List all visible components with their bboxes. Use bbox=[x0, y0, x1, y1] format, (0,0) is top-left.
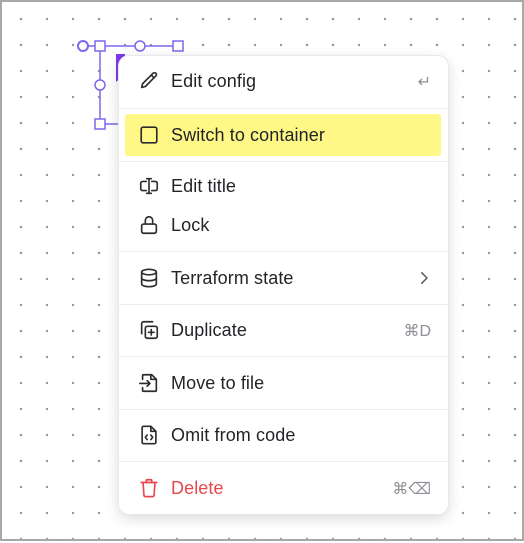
menu-item-terraform-state[interactable]: Terraform state bbox=[125, 259, 441, 297]
connect-handle-left[interactable] bbox=[94, 79, 106, 91]
trash-icon bbox=[138, 477, 160, 499]
rotate-handle[interactable] bbox=[77, 40, 89, 52]
divider bbox=[119, 461, 448, 462]
divider bbox=[119, 356, 448, 357]
file-export-icon bbox=[138, 372, 160, 394]
menu-item-label: Omit from code bbox=[171, 425, 296, 445]
menu-item-duplicate[interactable]: Duplicate ⌘D bbox=[125, 311, 441, 349]
pencil-icon bbox=[138, 70, 160, 92]
menu-item-label: Lock bbox=[171, 215, 210, 235]
menu-item-switch-to-container[interactable]: Switch to container bbox=[125, 114, 441, 156]
menu-item-label: Edit config bbox=[171, 71, 257, 91]
menu-item-label: Duplicate bbox=[171, 320, 247, 340]
resize-handle-bottom-left[interactable] bbox=[94, 118, 106, 130]
menu-item-label: Switch to container bbox=[171, 125, 325, 145]
menu-item-label: Edit title bbox=[171, 176, 237, 196]
menu-item-move-to-file[interactable]: Move to file bbox=[125, 364, 441, 402]
copy-plus-icon bbox=[138, 319, 160, 341]
context-menu: Edit config ↵ Switch to container Edit t… bbox=[119, 56, 448, 514]
enter-key-hint: ↵ bbox=[417, 74, 431, 91]
divider bbox=[119, 251, 448, 252]
resize-handle-top-left[interactable] bbox=[94, 40, 106, 52]
chevron-right-icon bbox=[415, 269, 433, 287]
square-icon bbox=[138, 124, 160, 146]
menu-item-omit-from-code[interactable]: Omit from code bbox=[125, 416, 441, 454]
menu-item-label: Move to file bbox=[171, 373, 265, 393]
shortcut-hint: ⌘D bbox=[403, 323, 431, 340]
menu-item-lock[interactable]: Lock bbox=[125, 206, 441, 244]
menu-item-edit-title[interactable]: Edit title bbox=[125, 167, 441, 205]
file-code-icon bbox=[138, 424, 160, 446]
divider bbox=[119, 304, 448, 305]
database-icon bbox=[138, 267, 160, 289]
menu-item-label: Terraform state bbox=[171, 268, 294, 288]
resize-handle-top-right[interactable] bbox=[172, 40, 184, 52]
divider bbox=[119, 409, 448, 410]
menu-item-edit-config[interactable]: Edit config ↵ bbox=[125, 62, 441, 100]
menu-item-delete[interactable]: Delete ⌘⌫ bbox=[125, 469, 441, 507]
menu-item-label: Delete bbox=[171, 478, 224, 498]
lock-icon bbox=[138, 214, 160, 236]
connect-handle-top[interactable] bbox=[134, 40, 146, 52]
text-cursor-input-icon bbox=[138, 175, 160, 197]
divider bbox=[119, 161, 448, 162]
shortcut-hint: ⌘⌫ bbox=[392, 481, 431, 498]
divider bbox=[119, 108, 448, 109]
canvas[interactable]: Edit config ↵ Switch to container Edit t… bbox=[0, 0, 524, 541]
